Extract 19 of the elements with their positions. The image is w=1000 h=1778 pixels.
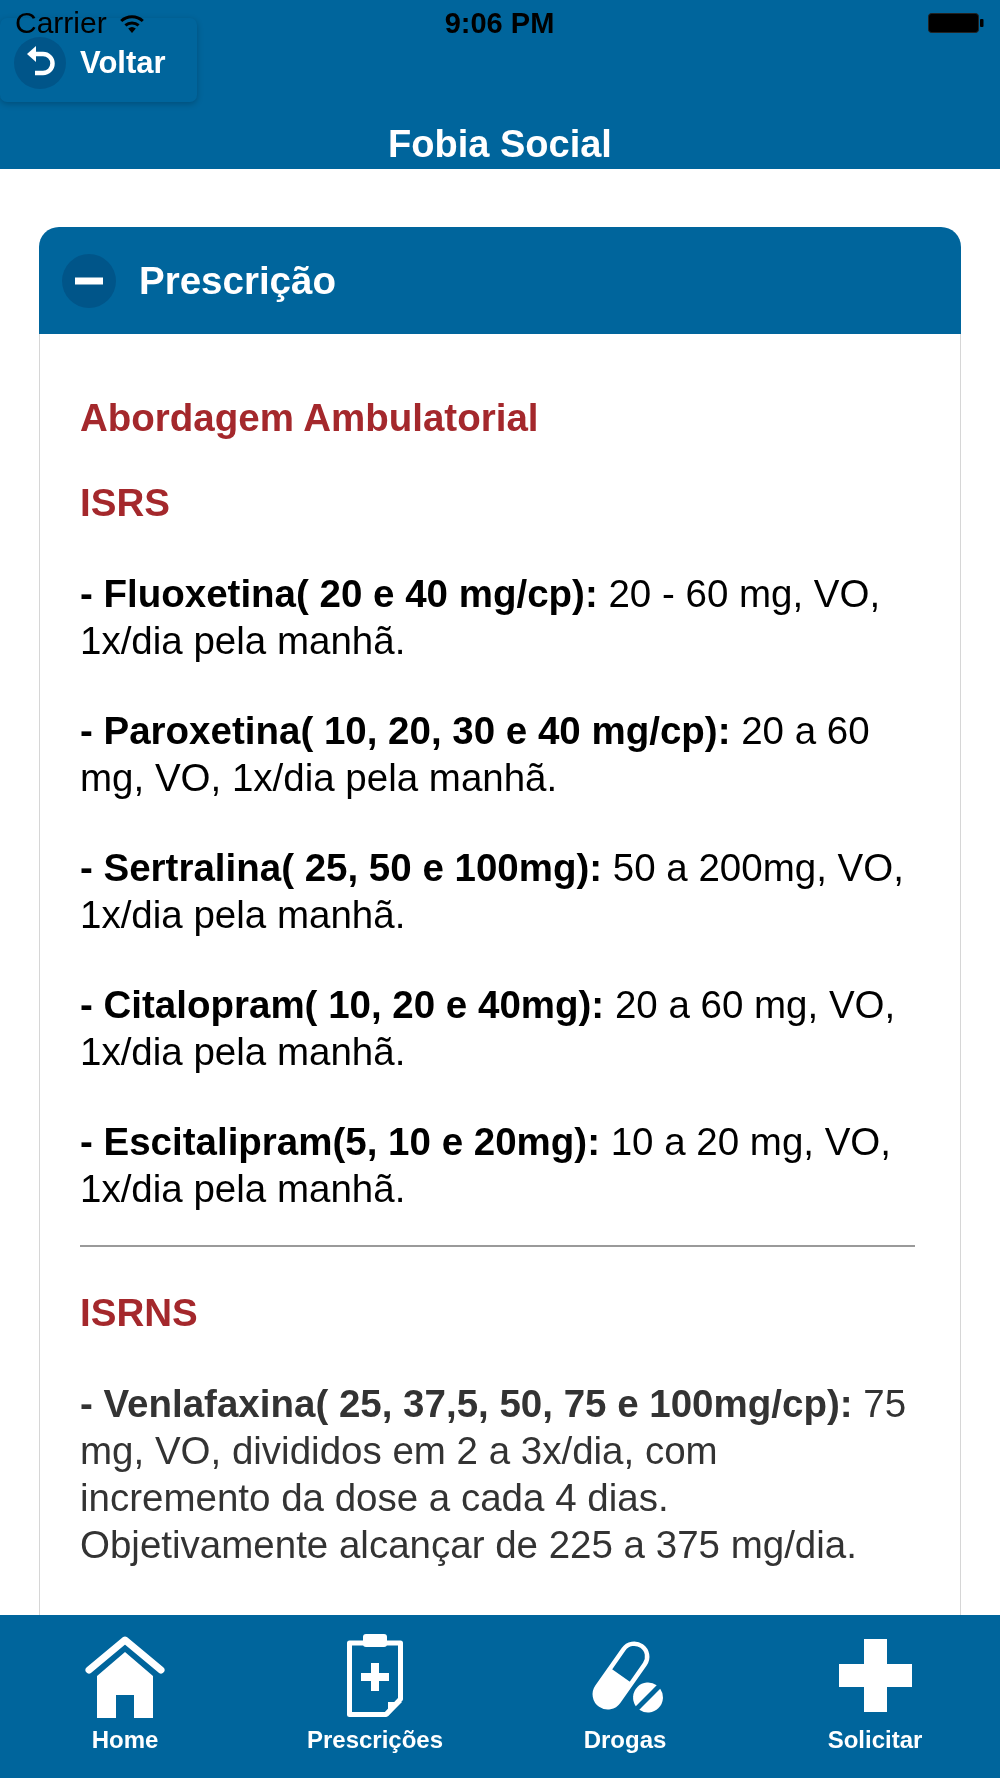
- drug-dosage-text: - Fluoxetina( 20 e 40 mg/cp): 20 - 60 mg, VO, 1x/dia pela manhã.: [80, 571, 882, 664]
- battery-icon: [928, 13, 984, 33]
- drug-class-heading: ISRNS: [80, 1290, 199, 1336]
- house-icon: [85, 1633, 165, 1718]
- tab-item[interactable]: Home: [0, 1615, 250, 1778]
- status-time: 9:06 PM: [444, 6, 555, 40]
- drug-class-heading: ISRS: [80, 480, 171, 526]
- drug-dosage-text: - Venlafaxina( 25, 37,5, 50, 75 e 100mg/cp): 75 mg, VO, divididos em 2 a 3x/dia, com incremento da dose a cada 4 dias. Objetivamente alcançar de 225 a 375 mg/dia.: [80, 1381, 908, 1568]
- drug-dosage-text: - Paroxetina( 10, 20, 30 e 40 mg/cp): 20 a 60 mg, VO, 1x/dia pela manhã.: [80, 708, 871, 801]
- screen-title: Fobia Social: [387, 122, 613, 166]
- section-heading: Abordagem Ambulatorial: [80, 395, 540, 441]
- drug-dosage-text: - Escitalipram(5, 10 e 20mg): 10 a 20 mg, VO, 1x/dia pela manhã.: [80, 1119, 892, 1212]
- drug-dosage-text: - Citalopram( 10, 20 e 40mg): 20 a 60 mg, VO, 1x/dia pela manhã.: [80, 982, 897, 1075]
- clipboard-plus-icon: [346, 1633, 404, 1718]
- drug-dosage-text: - Sertralina( 25, 50 e 100mg): 50 a 200mg, VO, 1x/dia pela manhã.: [80, 845, 905, 938]
- tab-item[interactable]: Solicitar: [750, 1615, 1000, 1778]
- panel-header[interactable]: Prescrição: [39, 227, 961, 334]
- tab-item[interactable]: Drogas: [500, 1615, 750, 1778]
- tab-item[interactable]: Prescrições: [250, 1615, 500, 1778]
